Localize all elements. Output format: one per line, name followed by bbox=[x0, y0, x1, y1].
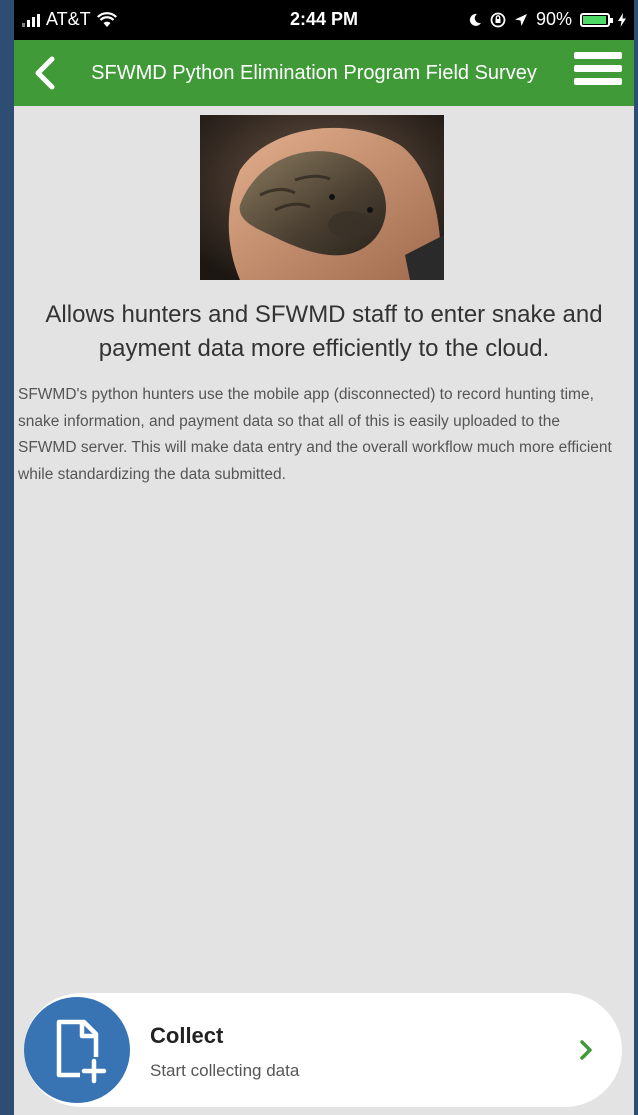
collect-title: Collect bbox=[150, 1023, 224, 1048]
battery-percent: 90% bbox=[535, 9, 572, 29]
back-button[interactable] bbox=[28, 54, 64, 92]
rotation-lock-icon bbox=[490, 12, 506, 27]
hero-image bbox=[200, 115, 444, 280]
phone-screen: AT&T 2:44 PM 90% SFWMD Python Eliminatio… bbox=[14, 0, 634, 1115]
location-arrow-icon bbox=[514, 13, 527, 26]
battery-icon bbox=[580, 12, 613, 27]
chevron-left-icon bbox=[35, 56, 55, 90]
status-right: 90% bbox=[468, 9, 626, 30]
hamburger-menu-icon[interactable] bbox=[574, 52, 622, 94]
page-title: SFWMD Python Elimination Program Field S… bbox=[91, 62, 537, 84]
description: SFWMD's python hunters use the mobile ap… bbox=[18, 386, 612, 483]
headline: Allows hunters and SFWMD staff to enter … bbox=[45, 301, 603, 362]
collect-icon-circle bbox=[24, 997, 130, 1103]
moon-icon bbox=[469, 13, 481, 26]
chevron-right-icon bbox=[580, 1040, 592, 1060]
battery-level bbox=[583, 15, 607, 24]
add-document-icon bbox=[56, 1019, 108, 1085]
python-photo bbox=[200, 115, 444, 280]
collect-subtitle: Start collecting data bbox=[150, 1061, 300, 1080]
charging-bolt-icon bbox=[618, 12, 626, 27]
status-bar: AT&T 2:44 PM 90% bbox=[14, 0, 634, 40]
app-header: SFWMD Python Elimination Program Field S… bbox=[14, 40, 634, 106]
collect-button[interactable]: Collect Start collecting data bbox=[24, 993, 622, 1107]
